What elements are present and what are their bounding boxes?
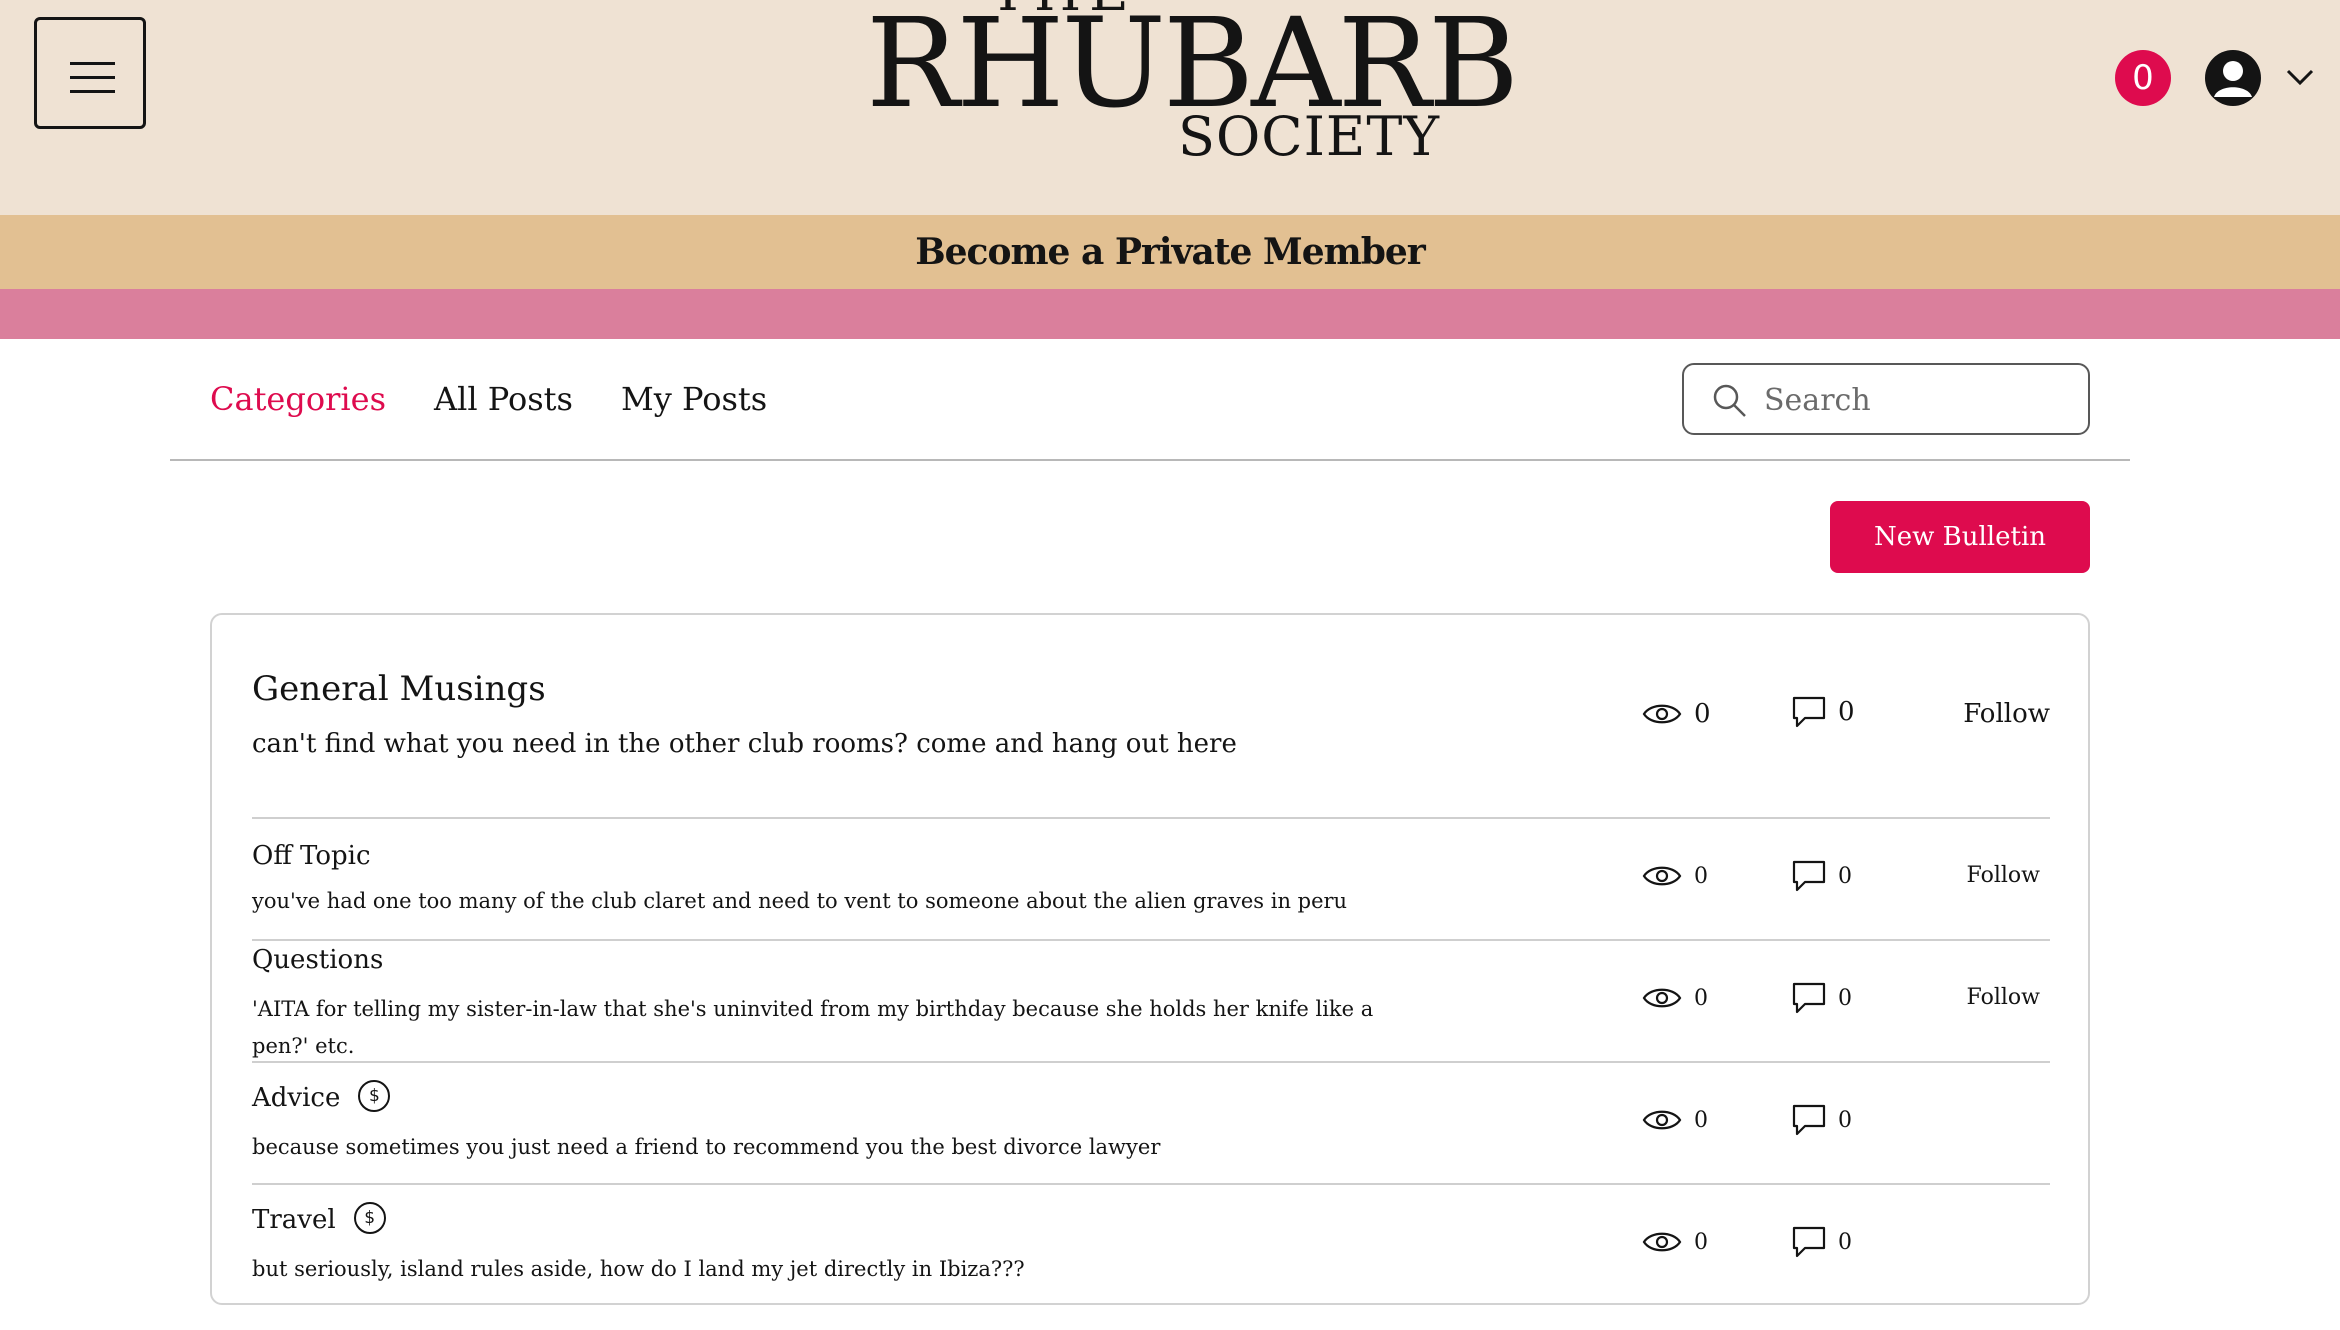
nav-divider: [170, 459, 2130, 461]
views-count: 0: [1694, 985, 1708, 1011]
category-title[interactable]: Advice $: [252, 1080, 391, 1115]
chevron-down-icon[interactable]: [2285, 62, 2315, 92]
menu-button[interactable]: [34, 17, 146, 129]
search-icon: [1713, 384, 1746, 417]
views-stat: 0: [1642, 1107, 1708, 1133]
category-description: 'AITA for telling my sister-in-law that …: [252, 997, 1374, 1058]
comment-icon: [1792, 860, 1826, 892]
category-title-text: Travel: [252, 1205, 336, 1235]
views-count: 0: [1694, 1229, 1708, 1255]
paid-icon: $: [358, 1080, 391, 1112]
comments-count: 0: [1838, 697, 1855, 727]
comments-stat: 0: [1792, 1226, 1852, 1258]
eye-icon: [1642, 866, 1682, 886]
follow-button[interactable]: Follow: [1967, 863, 2040, 888]
eye-icon: [1642, 1110, 1682, 1130]
category-row-general-musings[interactable]: General Musings can't find what you need…: [252, 615, 2050, 819]
tab-all-posts[interactable]: All Posts: [434, 380, 573, 418]
category-title[interactable]: General Musings: [252, 669, 546, 709]
follow-button[interactable]: Follow: [1963, 699, 2050, 729]
category-title[interactable]: Travel $: [252, 1202, 386, 1237]
tab-categories[interactable]: Categories: [210, 380, 386, 418]
follow-button[interactable]: Follow: [1967, 985, 2040, 1010]
category-list-card: General Musings can't find what you need…: [210, 613, 2090, 1305]
comments-stat: 0: [1792, 696, 1855, 728]
comments-stat: 0: [1792, 1104, 1852, 1136]
category-row-questions[interactable]: Questions 'AITA for telling my sister-in…: [252, 941, 2050, 1063]
category-description: can't find what you need in the other cl…: [252, 729, 1237, 759]
comment-icon: [1792, 1226, 1826, 1258]
cart-badge[interactable]: 0: [2115, 50, 2171, 106]
category-title[interactable]: Off Topic: [252, 841, 371, 871]
menu-icon-line: [70, 90, 115, 93]
category-row-off-topic[interactable]: Off Topic you've had one too many of the…: [252, 819, 2050, 941]
avatar-icon[interactable]: [2205, 50, 2261, 106]
comment-icon: [1792, 1104, 1826, 1136]
search-input[interactable]: [1764, 377, 2064, 423]
decorative-pink-bar: [0, 289, 2340, 339]
paid-icon: $: [353, 1202, 386, 1234]
category-title[interactable]: Questions: [252, 945, 383, 975]
category-title-text: Advice: [252, 1083, 341, 1113]
views-stat: 0: [1642, 863, 1708, 889]
views-stat: 0: [1642, 985, 1708, 1011]
site-header: THE RHUBARB SOCIETY 0: [0, 0, 2340, 215]
eye-icon: [1642, 704, 1682, 724]
comments-count: 0: [1838, 863, 1852, 889]
category-description: because sometimes you just need a friend…: [252, 1135, 1161, 1159]
category-row-travel[interactable]: Travel $ but seriously, island rules asid…: [252, 1185, 2050, 1303]
views-stat: 0: [1642, 699, 1711, 729]
comments-stat: 0: [1792, 860, 1852, 892]
views-stat: 0: [1642, 1229, 1708, 1255]
site-logo[interactable]: THE RHUBARB SOCIETY: [860, 0, 1519, 180]
menu-icon-line: [70, 76, 115, 79]
comments-stat: 0: [1792, 982, 1852, 1014]
membership-banner-label[interactable]: Become a Private Member: [915, 231, 1426, 273]
views-count: 0: [1694, 863, 1708, 889]
category-row-advice[interactable]: Advice $ because sometimes you just need …: [252, 1063, 2050, 1185]
search-box[interactable]: [1682, 363, 2090, 435]
category-description: you've had one too many of the club clar…: [252, 889, 1348, 913]
category-description: but seriously, island rules aside, how d…: [252, 1257, 1025, 1281]
forum-nav: Categories All Posts My Posts: [210, 374, 767, 424]
views-count: 0: [1694, 699, 1711, 729]
eye-icon: [1642, 1232, 1682, 1252]
menu-icon-line: [70, 62, 115, 65]
comments-count: 0: [1838, 1229, 1852, 1255]
tab-my-posts[interactable]: My Posts: [621, 380, 767, 418]
new-bulletin-button[interactable]: New Bulletin: [1830, 501, 2090, 573]
comments-count: 0: [1838, 1107, 1852, 1133]
comment-icon: [1792, 982, 1826, 1014]
logo-sub-word: SOCIETY: [1178, 105, 1440, 168]
comment-icon: [1792, 696, 1826, 728]
membership-banner[interactable]: Become a Private Member: [0, 215, 2340, 289]
eye-icon: [1642, 988, 1682, 1008]
comments-count: 0: [1838, 985, 1852, 1011]
views-count: 0: [1694, 1107, 1708, 1133]
